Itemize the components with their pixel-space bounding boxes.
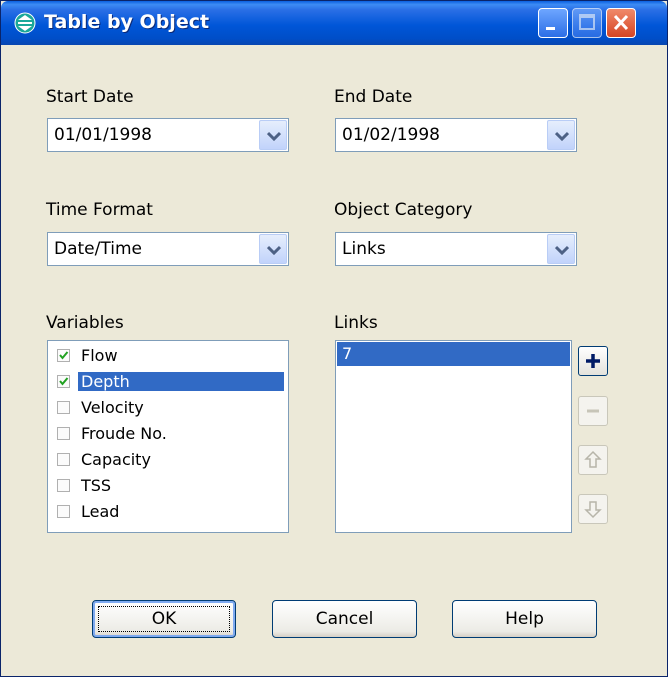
checkbox[interactable] [57, 401, 70, 414]
links-listbox[interactable]: 7 [335, 340, 572, 533]
variable-label: Lead [81, 502, 120, 521]
start-date-label: Start Date [46, 87, 134, 107]
maximize-button[interactable] [572, 8, 602, 38]
object-category-dropdown-button[interactable] [547, 234, 575, 264]
arrow-up-icon [584, 450, 602, 468]
list-item[interactable]: Capacity [54, 449, 289, 471]
checkbox[interactable] [57, 453, 70, 466]
maximize-icon [579, 14, 595, 30]
list-item[interactable]: TSS [54, 475, 289, 497]
minimize-icon [546, 27, 555, 30]
variable-label: TSS [81, 476, 112, 495]
close-button[interactable] [606, 8, 636, 38]
minimize-button[interactable] [538, 8, 568, 38]
help-button[interactable]: Help [452, 600, 597, 638]
title-bar[interactable]: Table by Object [1, 1, 667, 45]
variable-label: Depth [78, 372, 284, 391]
list-item[interactable]: Froude No. [54, 423, 289, 445]
check-icon [59, 377, 69, 386]
time-format-combo[interactable]: Date/Time [47, 232, 289, 266]
end-date-dropdown-button[interactable] [547, 120, 575, 150]
add-button[interactable] [578, 346, 608, 376]
end-date-value: 01/02/1998 [342, 125, 440, 145]
checkbox[interactable] [57, 349, 70, 362]
move-down-button[interactable] [578, 494, 608, 524]
list-item[interactable]: Lead [54, 501, 289, 523]
time-format-value: Date/Time [54, 239, 142, 259]
start-date-dropdown-button[interactable] [259, 120, 287, 150]
list-item[interactable]: Depth [54, 371, 289, 393]
chevron-down-icon [267, 245, 281, 255]
variables-listbox[interactable]: Flow Depth Velocity Froude No. Capacity … [47, 340, 289, 533]
time-format-label: Time Format [46, 200, 153, 220]
links-label: Links [334, 313, 378, 333]
variables-label: Variables [46, 313, 124, 333]
cancel-button[interactable]: Cancel [272, 600, 417, 638]
window-title: Table by Object [44, 11, 210, 33]
chevron-down-icon [555, 131, 569, 141]
list-item[interactable]: Velocity [54, 397, 289, 419]
move-up-button[interactable] [578, 445, 608, 475]
checkbox[interactable] [57, 375, 70, 388]
chevron-down-icon [267, 131, 281, 141]
checkbox[interactable] [57, 427, 70, 440]
time-format-dropdown-button[interactable] [259, 234, 287, 264]
arrow-down-icon [584, 501, 602, 519]
variable-label: Froude No. [81, 424, 167, 443]
object-category-value: Links [342, 239, 386, 259]
focus-rectangle [98, 606, 230, 632]
list-item[interactable]: 7 [337, 342, 570, 366]
close-icon [613, 14, 629, 31]
start-date-value: 01/01/1998 [54, 125, 152, 145]
cancel-label: Cancel [315, 609, 374, 629]
object-category-combo[interactable]: Links [335, 232, 577, 266]
variable-label: Velocity [81, 398, 144, 417]
checkbox[interactable] [57, 479, 70, 492]
chevron-down-icon [555, 245, 569, 255]
ok-button[interactable]: OK [92, 600, 236, 638]
help-label: Help [505, 609, 544, 629]
checkbox[interactable] [57, 505, 70, 518]
variable-label: Flow [81, 346, 118, 365]
minus-icon [587, 409, 599, 413]
end-date-combo[interactable]: 01/02/1998 [335, 118, 577, 152]
plus-icon [586, 354, 600, 368]
app-icon [14, 12, 36, 34]
remove-button[interactable] [578, 396, 608, 426]
list-item[interactable]: Flow [54, 345, 289, 367]
check-icon [59, 351, 69, 360]
dialog-window: Table by Object Start Date 01/01/1998 En… [0, 0, 668, 677]
variable-label: Capacity [81, 450, 151, 469]
object-category-label: Object Category [334, 200, 473, 220]
end-date-label: End Date [334, 87, 413, 107]
start-date-combo[interactable]: 01/01/1998 [47, 118, 289, 152]
